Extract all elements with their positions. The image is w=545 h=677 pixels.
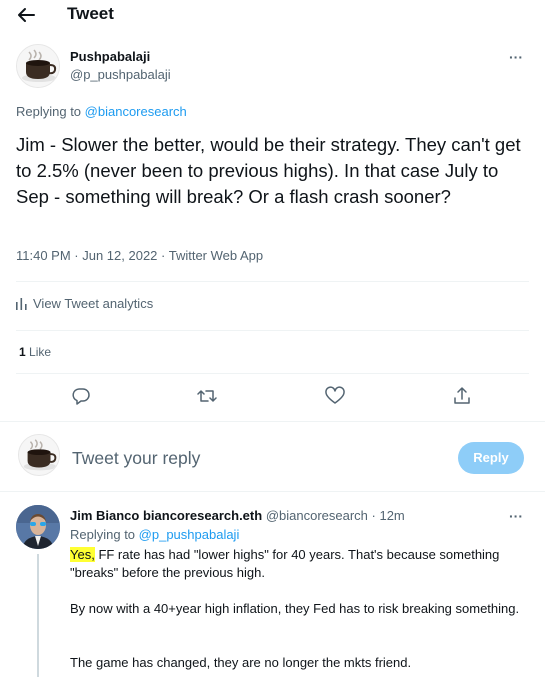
thread-line [37, 554, 39, 677]
more-options-button[interactable]: ··· [506, 49, 526, 66]
reply-more-options-button[interactable]: ··· [506, 508, 526, 525]
coffee-cup-avatar-image [17, 45, 59, 87]
retweet-action-button[interactable] [195, 384, 219, 408]
heart-icon [325, 386, 345, 404]
replying-to: Replying to @biancoresearch [16, 104, 187, 119]
reply-author-name[interactable]: Jim Bianco biancoresearch.eth [70, 508, 262, 523]
page-title: Tweet [67, 4, 114, 23]
top-bar: Tweet [0, 0, 545, 30]
reply-button[interactable]: Reply [458, 442, 524, 474]
reply-author-handle[interactable]: @biancoresearch [266, 508, 368, 523]
reply-author-avatar[interactable] [16, 505, 60, 549]
reply-paragraph-3: The game has changed, they are no longer… [70, 655, 412, 670]
reply-time[interactable]: · 12m [372, 508, 405, 523]
speech-bubble-icon [72, 388, 90, 405]
divider [16, 330, 529, 331]
replying-to-link[interactable]: @biancoresearch [85, 104, 187, 119]
retweet-icon [197, 390, 217, 402]
person-avatar-image [16, 505, 60, 549]
author-avatar[interactable] [16, 44, 60, 88]
divider [0, 491, 545, 492]
reply-action-button[interactable] [69, 384, 93, 408]
bar-chart-icon [16, 297, 27, 310]
highlighted-text: Yes, [70, 547, 95, 562]
more-horizontal-icon: ··· [509, 49, 523, 65]
tweet-timestamp[interactable]: 11:40 PM · Jun 12, 2022 · Twitter Web Ap… [16, 248, 263, 263]
divider [16, 373, 529, 374]
reply-paragraph-1: Yes, FF rate has had "lower highs" for 4… [70, 546, 525, 582]
coffee-cup-avatar-image [19, 435, 59, 475]
reply-paragraph-2: By now with a 40+year high inflation, th… [70, 601, 520, 616]
likes-count[interactable]: 1 Like [19, 345, 51, 359]
likes-label: Like [29, 345, 52, 359]
likes-number: 1 [19, 345, 26, 359]
reply-header: Jim Bianco biancoresearch.eth @biancores… [70, 508, 405, 523]
author-name[interactable]: Pushpabalaji [70, 49, 150, 64]
current-user-avatar[interactable] [18, 434, 60, 476]
tweet-text: Jim - Slower the better, would be their … [16, 134, 521, 207]
reply-paragraph-1-text: FF rate has had "lower highs" for 40 yea… [70, 547, 500, 580]
analytics-label: View Tweet analytics [33, 296, 154, 311]
like-action-button[interactable] [323, 384, 347, 408]
replying-prefix: Replying to [70, 527, 136, 542]
divider [16, 281, 529, 282]
back-button[interactable] [14, 4, 38, 26]
author-handle[interactable]: @p_pushpabalaji [70, 67, 171, 82]
replying-prefix: Replying to [16, 104, 82, 119]
reply-input[interactable]: Tweet your reply [72, 448, 200, 469]
more-horizontal-icon: ··· [509, 508, 523, 524]
view-analytics-link[interactable]: View Tweet analytics [16, 296, 153, 311]
share-upload-icon [454, 387, 470, 404]
share-action-button[interactable] [450, 384, 474, 408]
reply-replying-to: Replying to @p_pushpabalaji [70, 527, 239, 542]
replying-to-link[interactable]: @p_pushpabalaji [139, 527, 240, 542]
divider [0, 421, 545, 422]
arrow-left-icon [18, 8, 35, 22]
